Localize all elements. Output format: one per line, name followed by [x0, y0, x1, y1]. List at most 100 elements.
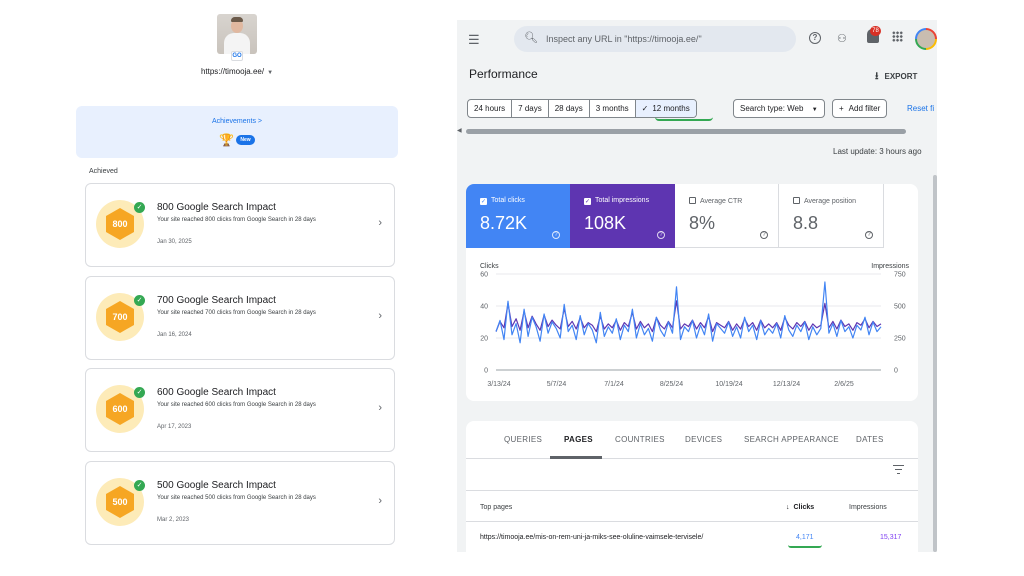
- range-3-months[interactable]: 3 months: [590, 100, 636, 117]
- x-tick-label: 3/13/24: [487, 381, 510, 388]
- check-icon: ✓: [134, 387, 145, 398]
- search-console-icon: GO: [231, 51, 243, 61]
- range-12-months-label: 12 months: [652, 104, 690, 113]
- add-filter-button[interactable]: + Add filter: [832, 99, 888, 118]
- new-badge: New: [236, 134, 255, 145]
- scroll-left-icon[interactable]: ◀: [457, 127, 462, 134]
- metric-average-ctr[interactable]: Average CTR 8% ?: [675, 184, 779, 248]
- chevron-right-icon[interactable]: ›: [378, 402, 382, 414]
- tab-devices[interactable]: DEVICES: [685, 435, 722, 444]
- tab-search-appearance[interactable]: SEARCH APPEARANCE: [744, 435, 839, 444]
- reset-filters-link[interactable]: Reset fi: [907, 104, 934, 113]
- chevron-right-icon[interactable]: ›: [378, 217, 382, 229]
- x-tick-label: 7/1/24: [604, 381, 624, 388]
- tab-pages[interactable]: PAGES: [564, 435, 593, 444]
- achievement-badge: 600 ✓: [96, 385, 145, 433]
- hamburger-menu-icon[interactable]: ☰: [468, 32, 480, 48]
- y-tick-label-right: 250: [894, 336, 906, 343]
- metric-average-position[interactable]: Average position 8.8 ?: [779, 184, 884, 248]
- achievements-banner[interactable]: Achievements > 🏆 New: [76, 106, 398, 158]
- vertical-scrollbar[interactable]: [933, 175, 937, 552]
- achievements-panel: GO https://timooja.ee/▼ Achievements > 🏆…: [76, 0, 398, 576]
- achievement-badge: 500 ✓: [96, 478, 145, 526]
- achievement-date: Mar 2, 2023: [157, 517, 190, 523]
- checkbox-unchecked-icon[interactable]: [793, 197, 800, 204]
- property-selector[interactable]: https://timooja.ee/▼: [76, 67, 398, 76]
- x-tick-label: 12/13/24: [773, 381, 800, 388]
- y-tick-label-right: 750: [894, 272, 906, 279]
- range-24-hours[interactable]: 24 hours: [468, 100, 513, 117]
- achievement-date: Jan 30, 2025: [157, 239, 192, 245]
- check-icon: ✓: [134, 480, 145, 491]
- dimension-tabs: QUERIES PAGES COUNTRIES DEVICES SEARCH A…: [466, 421, 918, 459]
- y-tick-label-right: 500: [894, 304, 906, 311]
- help-icon[interactable]: ?: [809, 32, 821, 44]
- checkbox-unchecked-icon[interactable]: [689, 197, 696, 204]
- range-7-days[interactable]: 7 days: [512, 100, 549, 117]
- achievement-card[interactable]: 700 ✓ 700 Google Search Impact Your site…: [85, 276, 395, 360]
- help-icon[interactable]: ?: [657, 231, 665, 239]
- metric-total-impressions[interactable]: ✓ Total impressions 108K ?: [570, 184, 675, 248]
- column-header-impressions[interactable]: Impressions: [849, 504, 887, 511]
- apps-grid-icon[interactable]: [892, 31, 903, 42]
- check-icon: ✓: [134, 295, 145, 306]
- achievement-card[interactable]: 600 ✓ 600 Google Search Impact Your site…: [85, 368, 395, 452]
- table-row-url[interactable]: https://timooja.ee/mis-on-rem-uni-ja-mik…: [480, 534, 703, 541]
- manage-users-icon[interactable]: ⚇: [837, 32, 847, 45]
- y-tick-label-left: 40: [480, 304, 488, 311]
- achievement-date: Apr 17, 2023: [157, 424, 192, 430]
- achieved-heading: Achieved: [89, 168, 118, 175]
- column-header-clicks[interactable]: ↓ Clicks: [786, 504, 814, 511]
- horizontal-scrollbar[interactable]: [466, 129, 906, 134]
- table-header-row: Top pages ↓ Clicks Impressions: [466, 490, 918, 522]
- help-icon[interactable]: ?: [552, 231, 560, 239]
- url-inspect-search[interactable]: 🔍︎ Inspect any URL in "https://timooja.e…: [514, 26, 796, 52]
- export-label: EXPORT: [884, 72, 918, 81]
- tab-countries[interactable]: COUNTRIES: [615, 435, 665, 444]
- achievement-card[interactable]: 500 ✓ 500 Google Search Impact Your site…: [85, 461, 395, 545]
- hexagon-icon: 600: [106, 393, 134, 425]
- achievement-description: Your site reached 500 clicks from Google…: [157, 495, 316, 501]
- column-header-clicks-label: Clicks: [793, 504, 815, 511]
- search-type-dropdown[interactable]: Search type: Web ▼: [733, 99, 825, 118]
- range-28-days[interactable]: 28 days: [549, 100, 590, 117]
- achievement-title: 500 Google Search Impact: [157, 480, 276, 491]
- achievement-date: Jan 16, 2024: [157, 332, 192, 338]
- tab-queries[interactable]: QUERIES: [504, 435, 542, 444]
- checkbox-checked-icon[interactable]: ✓: [480, 198, 487, 205]
- chevron-right-icon[interactable]: ›: [378, 495, 382, 507]
- range-12-months[interactable]: ✓ 12 months: [635, 100, 696, 117]
- y-tick-label-right: 0: [894, 368, 898, 375]
- chevron-right-icon[interactable]: ›: [378, 310, 382, 322]
- export-button[interactable]: ⭳ EXPORT: [875, 69, 917, 86]
- search-input[interactable]: Inspect any URL in "https://timooja.ee/": [546, 34, 702, 44]
- hexagon-icon: 800: [106, 208, 134, 240]
- achievement-card[interactable]: 800 ✓ 800 Google Search Impact Your site…: [85, 183, 395, 267]
- metric-value: 8.72K: [480, 213, 528, 233]
- dropdown-arrow-icon: ▼: [811, 107, 818, 113]
- hexagon-icon: 700: [106, 301, 134, 333]
- achievement-description: Your site reached 800 clicks from Google…: [157, 217, 316, 223]
- checkbox-checked-icon[interactable]: ✓: [584, 198, 591, 205]
- notification-count-badge: 78: [870, 26, 881, 36]
- x-tick-label: 2/6/25: [834, 381, 854, 388]
- performance-table-card: QUERIES PAGES COUNTRIES DEVICES SEARCH A…: [466, 421, 918, 552]
- y-axis-label-left: Clicks: [480, 263, 499, 270]
- search-console-window: ☰ 🔍︎ Inspect any URL in "https://timooja…: [457, 20, 937, 552]
- add-filter-label: Add filter: [848, 104, 881, 113]
- account-avatar[interactable]: [915, 28, 937, 50]
- column-header-top-pages[interactable]: Top pages: [480, 504, 512, 511]
- metric-total-clicks[interactable]: ✓ Total clicks 8.72K ?: [466, 184, 570, 248]
- last-update-text: Last update: 3 hours ago: [833, 147, 922, 156]
- filter-rows-icon[interactable]: [893, 465, 904, 474]
- active-tab-indicator: [550, 456, 602, 459]
- sort-down-arrow-icon: ↓: [786, 504, 790, 511]
- performance-line-chart: Clicks Impressions 0 20 40 60 0 250 500 750 3/13/2…: [480, 263, 910, 388]
- caret-down-icon: ▼: [267, 70, 274, 76]
- help-icon[interactable]: ?: [760, 231, 768, 239]
- achievements-link[interactable]: Achievements >: [76, 118, 398, 125]
- tab-dates[interactable]: DATES: [856, 435, 884, 444]
- achievement-title: 600 Google Search Impact: [157, 387, 276, 398]
- help-icon[interactable]: ?: [865, 231, 873, 239]
- top-bar: ☰ 🔍︎ Inspect any URL in "https://timooja…: [457, 20, 937, 60]
